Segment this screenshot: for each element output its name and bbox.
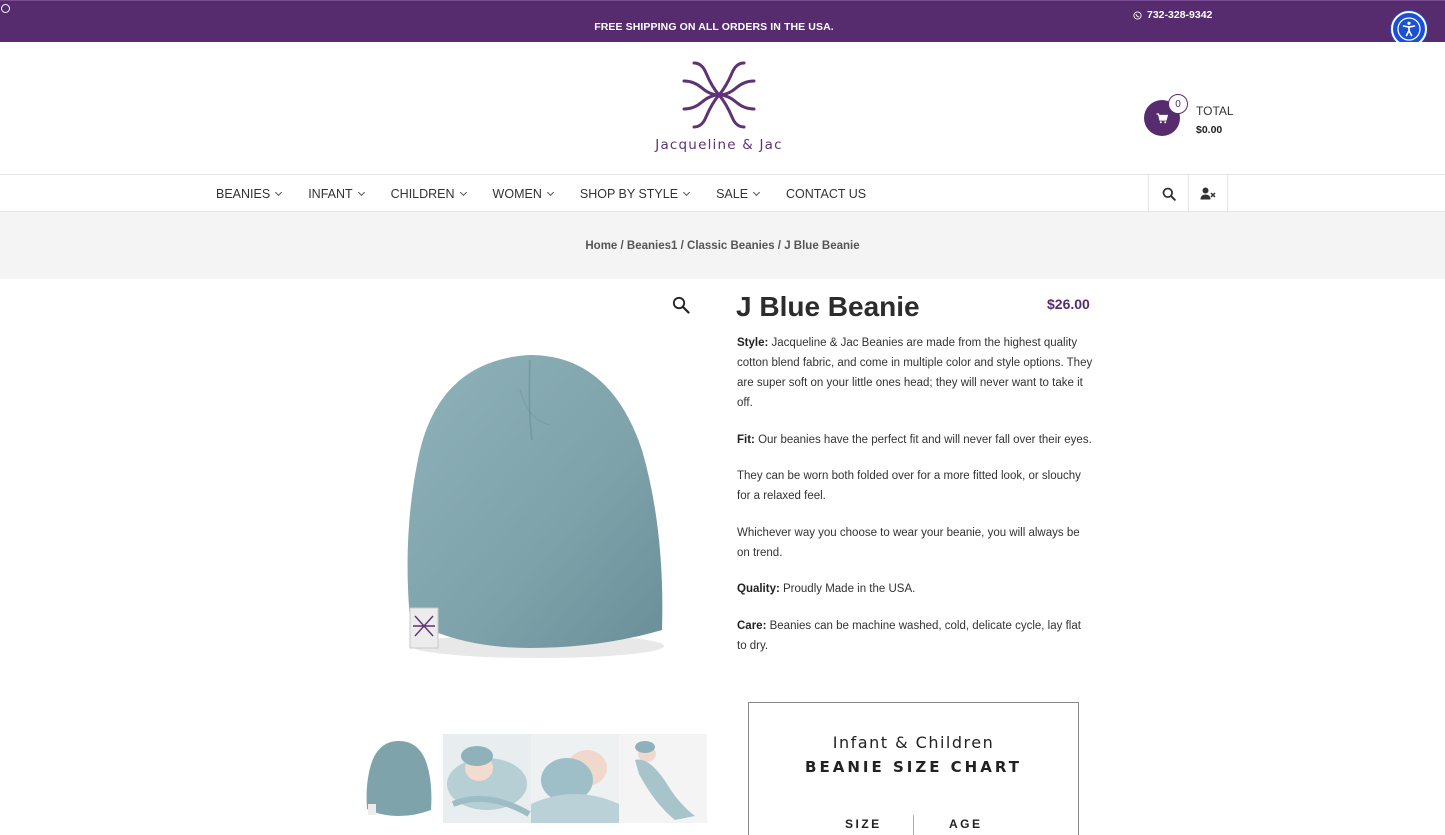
product-description: Style: Jacqueline & Jac Beanies are made… [737, 333, 1093, 672]
circle-icon [1, 4, 10, 13]
search-icon [1162, 187, 1176, 201]
phone-number[interactable]: 732-328-9342 [1147, 9, 1212, 21]
desc-text: Proudly Made in the USA. [779, 583, 916, 595]
product-thumbnails [355, 734, 707, 823]
desc-text: Whichever way you choose to wear your be… [737, 526, 1080, 559]
nav-menu: BEANIES INFANT CHILDREN WOMEN SHOP BY ST… [216, 175, 893, 212]
size-chart-divider [913, 815, 914, 835]
promo-text: FREE SHIPPING ON ALL ORDERS IN THE USA. [594, 21, 834, 33]
site-logo[interactable]: Jacqueline & Jac [652, 57, 786, 153]
breadcrumb-home[interactable]: Home [585, 240, 617, 252]
size-chart-col-age: AGE [949, 817, 983, 831]
account-button[interactable] [1188, 175, 1228, 212]
size-chart-col-size: SIZE [845, 817, 882, 831]
thumbnail-2[interactable] [443, 734, 531, 823]
desc-label: Style: [737, 337, 769, 349]
breadcrumb-classic-beanies[interactable]: Classic Beanies [687, 240, 775, 252]
cart-total-value: $0.00 [1196, 124, 1223, 136]
product-main-image[interactable] [380, 330, 690, 680]
description-wear: They can be worn both folded over for a … [737, 466, 1093, 506]
nav-item-contact-us[interactable]: CONTACT US [786, 187, 866, 201]
nav-label[interactable]: CHILDREN [391, 187, 455, 201]
promo-bar: FREE SHIPPING ON ALL ORDERS IN THE USA. … [0, 0, 1445, 42]
whatsapp-icon [1133, 10, 1142, 20]
breadcrumb-separator: / [774, 240, 785, 252]
nav-label[interactable]: WOMEN [493, 187, 542, 201]
desc-text: Our beanies have the perfect fit and wil… [754, 433, 1092, 446]
nav-item-children[interactable]: CHILDREN [391, 187, 467, 201]
nav-label[interactable]: BEANIES [216, 187, 270, 201]
nav-item-beanies[interactable]: BEANIES [216, 187, 283, 201]
breadcrumb: Home / Beanies1 / Classic Beanies / J Bl… [0, 240, 1445, 252]
size-chart-subtitle: Infant & Children [832, 733, 995, 752]
product-title: J Blue Beanie [736, 291, 920, 322]
cart-total-label: TOTAL [1196, 104, 1234, 118]
beanie-image [407, 355, 664, 658]
chevron-down-icon [752, 188, 761, 196]
description-style: Style: Jacqueline & Jac Beanies are made… [737, 333, 1093, 413]
phone-link[interactable]: 732-328-9342 [1133, 9, 1212, 21]
product-price: $26.00 [1047, 296, 1090, 312]
size-chart-title: BEANIE SIZE CHART [805, 758, 1022, 776]
search-button[interactable] [1148, 175, 1188, 212]
nav-item-women[interactable]: WOMEN [493, 187, 554, 201]
nav-item-shop-by-style[interactable]: SHOP BY STYLE [580, 187, 691, 201]
nav-label[interactable]: SHOP BY STYLE [580, 187, 678, 201]
nav-item-sale[interactable]: SALE [716, 187, 761, 201]
breadcrumb-separator: / [677, 240, 688, 252]
desc-text: Jacqueline & Jac Beanies are made from t… [737, 337, 1093, 409]
nav-label[interactable]: CONTACT US [786, 187, 866, 201]
thumbnail-3[interactable] [531, 734, 619, 823]
breadcrumb-beanies1[interactable]: Beanies1 [627, 240, 678, 252]
description-quality: Quality: Proudly Made in the USA. [737, 579, 1093, 599]
desc-text: Beanies can be machine washed, cold, del… [737, 619, 1081, 652]
cart-icon [1156, 112, 1168, 123]
nav-label[interactable]: SALE [716, 187, 748, 201]
description-fit: Fit: Our beanies have the perfect fit an… [737, 430, 1093, 450]
nav-item-infant[interactable]: INFANT [308, 187, 365, 201]
nav-label[interactable]: INFANT [308, 187, 352, 201]
thumbnail-1[interactable] [355, 734, 443, 823]
logo-icon [682, 61, 756, 129]
chevron-down-icon [683, 188, 691, 196]
brand-name: Jacqueline & Jac [655, 137, 783, 153]
desc-label: Quality: [737, 583, 780, 595]
breadcrumb-separator: / [617, 240, 627, 252]
user-icon [1200, 187, 1216, 200]
description-trend: Whichever way you choose to wear your be… [737, 523, 1093, 563]
desc-text: They can be worn both folded over for a … [737, 470, 1081, 502]
chevron-down-icon [459, 188, 467, 196]
chevron-down-icon [546, 188, 554, 196]
desc-label: Care: [737, 619, 767, 632]
chevron-down-icon [275, 188, 283, 196]
desc-label: Fit: [737, 433, 755, 446]
thumbnail-4[interactable] [619, 734, 707, 823]
cart-count-badge: 0 [1168, 94, 1188, 114]
site-header: Jacqueline & Jac 0 TOTAL $0.00 [0, 42, 1445, 175]
chevron-down-icon [357, 188, 365, 196]
size-chart-image: Infant & Children BEANIE SIZE CHART SIZE… [748, 702, 1079, 835]
magnify-icon[interactable] [672, 296, 690, 314]
breadcrumb-current: J Blue Beanie [784, 240, 860, 252]
breadcrumb-band: Home / Beanies1 / Classic Beanies / J Bl… [0, 212, 1445, 279]
accessibility-icon [1397, 17, 1421, 41]
main-nav: BEANIES INFANT CHILDREN WOMEN SHOP BY ST… [0, 175, 1445, 212]
description-care: Care: Beanies can be machine washed, col… [737, 616, 1093, 656]
